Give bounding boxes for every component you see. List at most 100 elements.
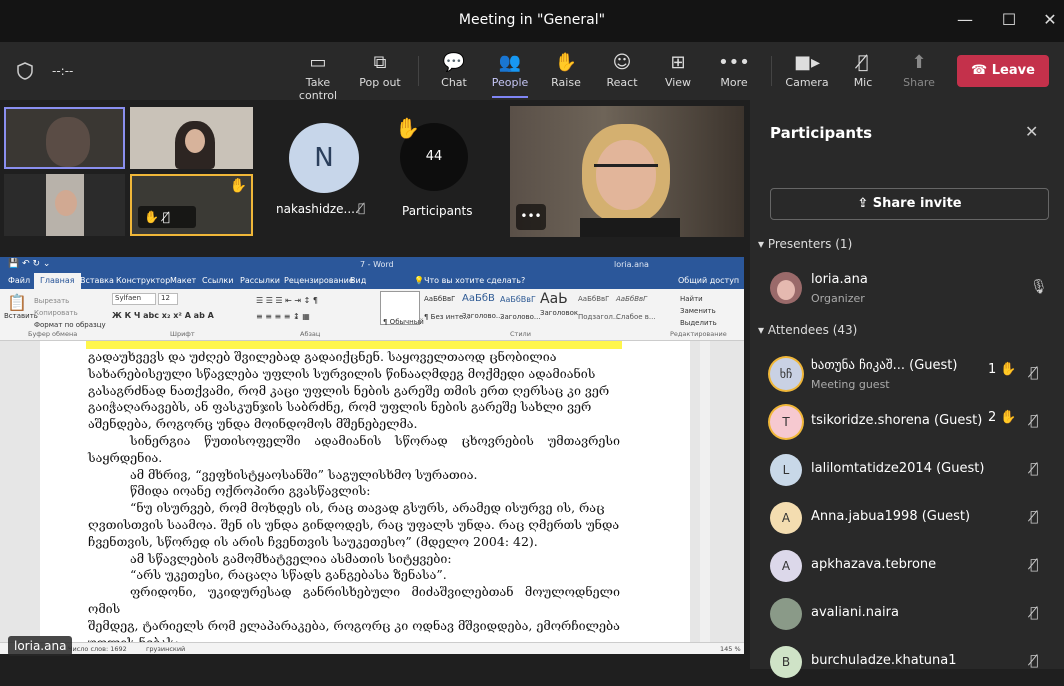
style-normal[interactable]: ¶ Обычный — [380, 291, 424, 326]
mic-off-icon: 🎙̸ — [1030, 557, 1039, 573]
doc-line: “ნუ ისურვებ, რომ მოხდეს ის, რაც თავად გს… — [130, 500, 605, 516]
people-button[interactable]: 👥 People — [478, 50, 542, 98]
doc-line: სინერგია წუთისოფელში ადამიანის სწორად ცხ… — [88, 432, 620, 465]
pop-out-button[interactable]: ⧉ Pop out — [348, 50, 412, 89]
mic-off-icon: 🎙̸ — [1030, 365, 1039, 381]
ribbon-tab[interactable]: Конструктор — [116, 276, 170, 285]
format-icons[interactable]: Ж К Ч abc x₂ x² A ab A — [112, 311, 214, 320]
minimize-button[interactable]: — — [955, 10, 975, 30]
chat-button[interactable]: 💬 Chat — [422, 50, 486, 89]
ribbon-tab[interactable]: Файл — [8, 276, 30, 285]
title-bar: Meeting in "General" — ☐ ✕ — [0, 0, 1064, 42]
participant-row[interactable]: Bburchuladze.khatuna1 🎙̸ — [750, 638, 1064, 686]
mic-off-icon: 🎙̸ — [1030, 461, 1039, 477]
ribbon-tab[interactable]: Рассылки — [240, 276, 280, 285]
close-panel-button[interactable]: ✕ — [1025, 122, 1038, 141]
style-heading1[interactable]: АаБбВ Заголово... — [462, 291, 503, 325]
shared-word-window[interactable]: 💾 ↶ ↻ ⌄ 7 - Word loria.ana Файл Главная … — [0, 257, 744, 669]
participant-row[interactable]: A Anna.jabua1998 (Guest) 🎙̸ — [750, 494, 1064, 542]
ribbon-tab[interactable]: Вид — [350, 276, 366, 285]
leave-button[interactable]: ☎ Leave — [957, 55, 1049, 87]
maximize-button[interactable]: ☐ — [999, 10, 1019, 30]
participants-overflow-tile[interactable]: 44 ✋ Participants — [392, 106, 482, 226]
style-no-spacing[interactable]: АаБбВвГ ¶ Без инте... — [424, 291, 470, 325]
font-name-select[interactable]: Sylfaen — [112, 293, 156, 305]
view-button[interactable]: ⊞ View — [646, 50, 710, 89]
share-bottom-strip — [0, 654, 744, 669]
raise-hand-button[interactable]: ✋ Raise — [534, 50, 598, 89]
share-invite-button[interactable]: ⇪ Share invite — [770, 188, 1049, 220]
share-icon: ⇪ — [857, 196, 873, 211]
editing-group: Найти Заменить Выделить — [680, 295, 717, 327]
participant-row[interactable]: Aapkhazava.tebrone 🎙̸ — [750, 542, 1064, 590]
doc-line: წმიდა იოანე ოქროპირი გვასწავლის: — [130, 483, 371, 499]
chat-icon: 💬 — [442, 52, 466, 73]
participant-tile-nakashidze[interactable]: N nakashidze.... 🎙̸ — [272, 106, 382, 226]
doc-line: აშენდება, როგორც უნდა მოინდომოს მშენებელ… — [88, 416, 418, 432]
style-heading2[interactable]: АаБбВвГ Заголово... — [500, 291, 541, 325]
style-subtitle[interactable]: АаБбВвГ Подзагол... — [578, 291, 620, 325]
doc-line: ამ სწავლების გამომხატველია ასმათის სიტყვ… — [130, 550, 452, 566]
mic-off-icon: 🎙̸ — [1030, 653, 1039, 669]
close-icon: ✕ — [1025, 122, 1039, 141]
panel-title: Participants — [770, 124, 873, 142]
style-subtle-emphasis[interactable]: АаБбВвГ Слабое в... — [616, 291, 656, 325]
video-tile[interactable] — [4, 174, 125, 236]
mic-button[interactable]: 🎙̸ Mic — [831, 50, 895, 89]
mic-off-icon: 🎙̸ — [162, 210, 170, 224]
doc-line: ამ მხრივ, “ვეფხისტყაოსანში” საგულისხმო ს… — [130, 466, 478, 482]
ribbon-tab[interactable]: Макет — [170, 276, 196, 285]
ribbon-tab[interactable]: Ссылки — [202, 276, 233, 285]
paste-button[interactable]: 📋 Вставить — [4, 293, 38, 320]
mic-off-icon: 🎙̸ — [358, 201, 366, 215]
camera-icon: ■▸ — [793, 52, 821, 73]
camera-button[interactable]: ■▸ Camera — [775, 50, 839, 89]
video-tile-raised-hand[interactable]: ✋ ✋ 🎙̸ — [130, 174, 253, 236]
share-doc-button[interactable]: Общий доступ — [678, 276, 739, 285]
share-button[interactable]: ⬆ Share — [887, 50, 951, 89]
ribbon-tab[interactable]: Вставка — [80, 276, 114, 285]
toolbar-divider — [771, 56, 772, 86]
take-control-button[interactable]: ▭ Take control — [286, 50, 350, 102]
ribbon-group-labels: Буфер обмена Шрифт Абзац Стили Редактиро… — [28, 330, 727, 338]
participant-row-presenter[interactable]: loria.ana Organizer 🎙 — [750, 264, 1064, 312]
word-status-bar: Число слов: 1692 грузинский 145 % — [0, 642, 744, 654]
toolbar-divider — [418, 56, 419, 86]
font-size-select[interactable]: 12 — [158, 293, 178, 305]
avatar: N — [289, 123, 359, 193]
ribbon-tab[interactable]: Рецензирование — [284, 276, 354, 285]
hand-raised-icon: ✋ — [1000, 410, 1017, 425]
take-control-icon: ▭ — [309, 52, 327, 73]
participant-row[interactable]: avaliani.naira 🎙̸ — [750, 590, 1064, 638]
doc-line: გაიჭაღარავებს, ან ფასკუნჯის საბრძნე, რომ… — [88, 399, 592, 415]
hand-raised-icon: ✋ — [144, 210, 159, 224]
participant-row[interactable]: ხჩ ხათუნა ჩიკაშ... (Guest) Meeting guest 1 … — [750, 350, 1064, 398]
react-button[interactable]: ☺ React — [590, 50, 654, 89]
participant-row[interactable]: Llalilomtatidze2014 (Guest) 🎙̸ — [750, 446, 1064, 494]
participant-video — [46, 117, 90, 167]
close-window-button[interactable]: ✕ — [1040, 10, 1060, 30]
hand-raised-icon: ✋ — [395, 116, 420, 140]
participant-name: burchuladze.khatuna1 — [811, 653, 957, 668]
ribbon: 📋 Вставить Вырезать Копировать Формат по об… — [0, 289, 744, 341]
word-doc-title: 7 - Word — [360, 260, 394, 269]
participant-face — [185, 129, 205, 153]
more-button[interactable]: ••• More — [702, 50, 766, 89]
attendees-header[interactable]: ▾ Attendees (43) — [758, 323, 857, 337]
vertical-scrollbar[interactable] — [700, 341, 710, 642]
tile-status-pill: ✋ 🎙̸ — [138, 206, 196, 228]
style-title[interactable]: АаЬ Заголовок — [540, 291, 578, 325]
tell-me-box[interactable]: Что вы хотите сделать? — [424, 276, 525, 285]
word-count: Число слов: 1692 — [68, 645, 127, 653]
paragraph-icons[interactable]: ☰ ☰ ☰ ⇤ ⇥ ↕ ¶ ≡ ≡ ≡ ≡ ↨ ▦ — [256, 293, 318, 325]
video-tile[interactable] — [4, 107, 125, 169]
participant-row[interactable]: Ttsikoridze.shorena (Guest) 2 ✋ 🎙̸ — [750, 398, 1064, 446]
tile-more-button[interactable]: ••• — [516, 204, 546, 230]
mic-on-icon: 🎙 — [1030, 279, 1048, 295]
ribbon-tab-active[interactable]: Главная — [34, 273, 81, 289]
presenters-header[interactable]: ▾ Presenters (1) — [758, 237, 852, 251]
video-tile[interactable] — [130, 107, 253, 169]
self-video-tile[interactable]: ••• — [510, 106, 744, 237]
participant-name: avaliani.naira — [811, 605, 899, 620]
avatar: T — [770, 406, 802, 438]
